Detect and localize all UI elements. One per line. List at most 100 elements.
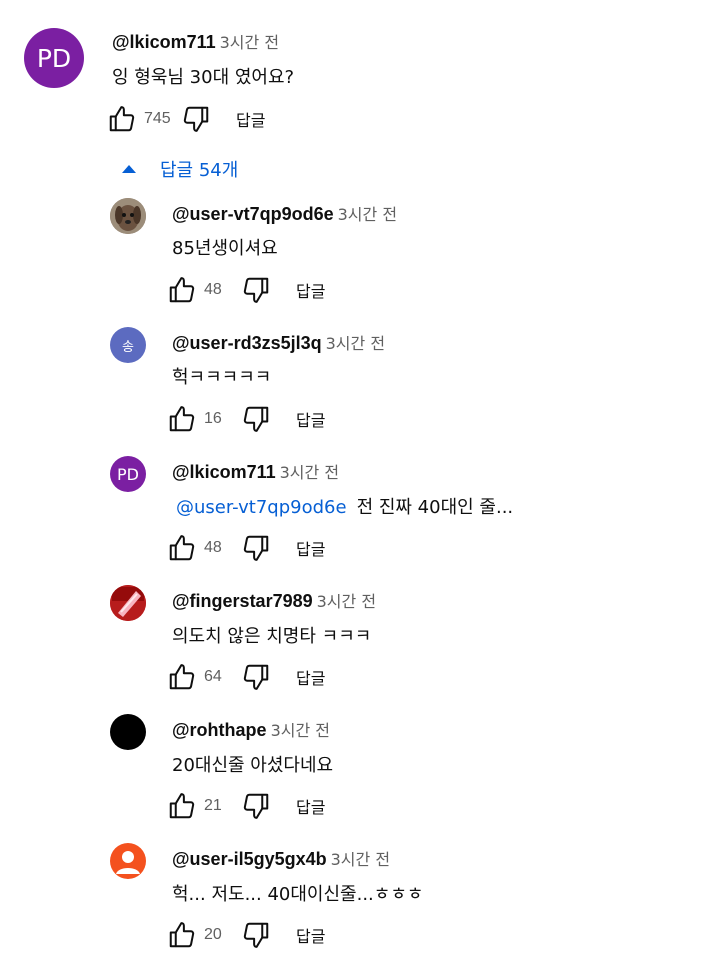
pink-object-avatar-image — [110, 585, 146, 621]
like-button[interactable] — [166, 403, 198, 435]
like-count: 48 — [204, 281, 222, 298]
author-name[interactable]: @user-rd3zs5jl3q — [172, 333, 322, 353]
comment-text: 20대신줄 아셨다네요 — [172, 751, 333, 777]
thumbs-down-icon — [243, 793, 269, 819]
timestamp[interactable]: 3시간 전 — [280, 463, 339, 482]
reply-button[interactable]: 답글 — [296, 536, 325, 560]
dog-avatar-image — [110, 198, 146, 234]
like-count: 21 — [204, 797, 222, 814]
like-count: 48 — [204, 539, 222, 556]
replies-count-label: 답글 54개 — [160, 160, 239, 181]
avatar-initials: PD — [36, 43, 72, 73]
thumbs-up-icon — [169, 793, 195, 819]
comment-actions: 64 답글 — [166, 659, 325, 695]
author-name[interactable]: @rohthape — [172, 720, 267, 740]
caret-up-icon — [122, 165, 136, 173]
like-button[interactable] — [166, 274, 198, 306]
timestamp[interactable]: 3시간 전 — [338, 205, 397, 224]
like-button[interactable] — [166, 790, 198, 822]
comment-text: 85년생이셔요 — [172, 234, 278, 260]
avatar[interactable] — [110, 714, 146, 750]
mention-link[interactable]: @user-vt7qp9od6e — [176, 497, 347, 518]
avatar[interactable] — [110, 843, 146, 879]
comment-actions: 16 답글 — [166, 401, 325, 437]
thumbs-up-icon — [169, 664, 195, 690]
avatar[interactable] — [110, 198, 146, 234]
comment-text: 헉ㅋㅋㅋㅋㅋ — [172, 363, 271, 389]
dislike-button[interactable] — [240, 661, 272, 693]
author-name[interactable]: @user-il5gy5gx4b — [172, 849, 327, 869]
comment-text: 의도치 않은 치명타 ㅋㅋㅋ — [172, 622, 371, 648]
avatar[interactable]: 송 — [110, 327, 146, 363]
comment-text: 헉... 저도... 40대이신줄...ㅎㅎㅎ — [172, 880, 423, 906]
author-name[interactable]: @lkicom711 — [112, 32, 216, 52]
author-name[interactable]: @lkicom711 — [172, 462, 276, 482]
thumbs-down-icon — [243, 664, 269, 690]
reply-button[interactable]: 답글 — [296, 794, 325, 818]
thumbs-down-icon — [243, 922, 269, 948]
reply-button[interactable]: 답글 — [296, 665, 325, 689]
comment-header: @fingerstar7989 3시간 전 — [172, 588, 376, 612]
dislike-button[interactable] — [240, 919, 272, 951]
comment-actions: 48 답글 — [166, 530, 325, 566]
reply-button[interactable]: 답글 — [236, 107, 265, 131]
comment-header: @rohthape 3시간 전 — [172, 717, 330, 741]
reply-text: 헉ㅋㅋㅋㅋㅋ — [172, 367, 272, 388]
dislike-button[interactable] — [240, 532, 272, 564]
like-count: 20 — [204, 926, 222, 943]
reply-text: 전 진짜 40대인 줄... — [356, 497, 514, 518]
thumbs-down-icon — [243, 535, 269, 561]
thumbs-up-icon — [169, 922, 195, 948]
like-button[interactable] — [166, 661, 198, 693]
avatar-initial: 송 — [122, 339, 134, 355]
avatar-initials: PD — [117, 464, 139, 484]
like-count: 16 — [204, 410, 222, 427]
dislike-button[interactable] — [240, 403, 272, 435]
thumbs-up-icon — [109, 106, 135, 132]
thumbs-up-icon — [169, 535, 195, 561]
comment-text: @user-vt7qp9od6e 전 진짜 40대인 줄... — [176, 493, 513, 519]
comment-header: @user-vt7qp9od6e 3시간 전 — [172, 201, 397, 225]
thumbs-down-icon — [243, 406, 269, 432]
reply-button[interactable]: 답글 — [296, 278, 325, 302]
comment-actions: 21 답글 — [166, 788, 325, 824]
replies-toggle[interactable]: 답글 54개 — [118, 156, 238, 182]
thumbs-down-icon — [243, 277, 269, 303]
comment-header: @lkicom711 3시간 전 — [172, 459, 339, 483]
like-button[interactable] — [106, 103, 138, 135]
dislike-button[interactable] — [240, 790, 272, 822]
avatar[interactable]: PD — [24, 28, 84, 88]
reply-text: 85년생이셔요 — [172, 238, 278, 259]
like-count: 745 — [144, 110, 171, 127]
author-name[interactable]: @fingerstar7989 — [172, 591, 313, 611]
comment-thread: PD @lkicom711 3시간 전 잉 형욱님 30대 였어요? 745 답글… — [0, 0, 702, 961]
timestamp[interactable]: 3시간 전 — [271, 721, 330, 740]
like-button[interactable] — [166, 919, 198, 951]
like-button[interactable] — [166, 532, 198, 564]
dislike-button[interactable] — [180, 103, 212, 135]
default-person-icon — [116, 851, 140, 874]
thumbs-up-icon — [169, 406, 195, 432]
timestamp[interactable]: 3시간 전 — [326, 334, 385, 353]
like-count: 64 — [204, 668, 222, 685]
avatar[interactable] — [110, 585, 146, 621]
comment-actions: 20 답글 — [166, 917, 325, 953]
reply-text: 헉... 저도... 40대이신줄...ㅎㅎㅎ — [172, 884, 424, 905]
timestamp[interactable]: 3시간 전 — [220, 33, 279, 52]
dislike-button[interactable] — [240, 274, 272, 306]
comment-actions: 745 답글 — [106, 101, 265, 137]
thumbs-up-icon — [169, 277, 195, 303]
thumbs-down-icon — [183, 106, 209, 132]
author-name[interactable]: @user-vt7qp9od6e — [172, 204, 334, 224]
comment-text: 잉 형욱님 30대 였어요? — [112, 67, 295, 88]
reply-text: 20대신줄 아셨다네요 — [172, 755, 334, 776]
timestamp[interactable]: 3시간 전 — [331, 850, 390, 869]
comment-header: @user-il5gy5gx4b 3시간 전 — [172, 846, 390, 870]
comment-actions: 48 답글 — [166, 272, 325, 308]
timestamp[interactable]: 3시간 전 — [317, 592, 376, 611]
reply-text: 의도치 않은 치명타 ㅋㅋㅋ — [172, 626, 372, 647]
reply-button[interactable]: 답글 — [296, 407, 325, 431]
reply-button[interactable]: 답글 — [296, 923, 325, 947]
avatar[interactable]: PD — [110, 456, 146, 492]
comment-header: @user-rd3zs5jl3q 3시간 전 — [172, 330, 385, 354]
